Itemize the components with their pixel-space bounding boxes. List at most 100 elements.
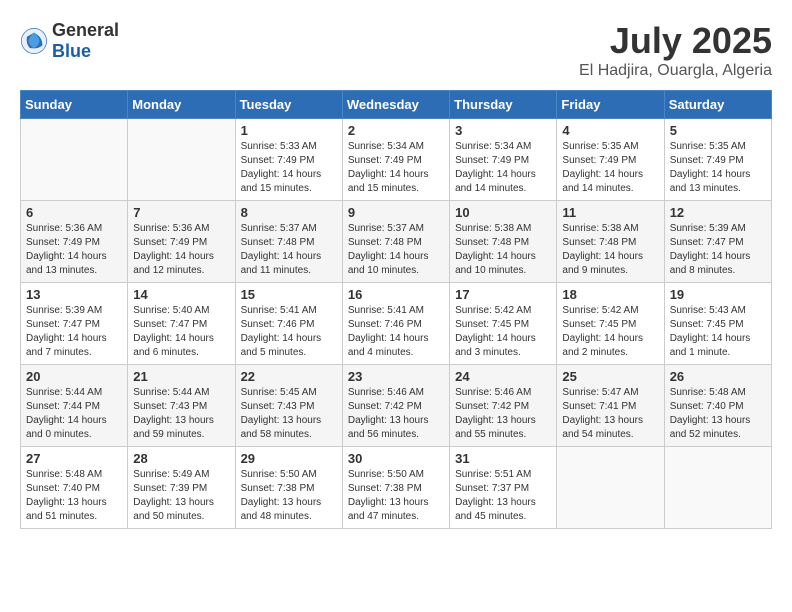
day-info: Sunrise: 5:46 AMSunset: 7:42 PMDaylight:… bbox=[348, 386, 444, 442]
calendar-cell: 26 Sunrise: 5:48 AMSunset: 7:40 PMDayligh… bbox=[664, 365, 771, 447]
day-info: Sunrise: 5:39 AMSunset: 7:47 PMDaylight:… bbox=[670, 222, 766, 278]
logo-icon bbox=[20, 27, 48, 55]
calendar-cell: 29Sunrise: 5:50 AMSunset: 7:38 PMDayligh… bbox=[235, 447, 342, 529]
day-number: 27 bbox=[26, 451, 122, 466]
calendar-cell: 12 Sunrise: 5:39 AMSunset: 7:47 PMDayligh… bbox=[664, 201, 771, 283]
day-info: Sunrise: 5:39 AMSunset: 7:47 PMDaylight:… bbox=[26, 304, 122, 360]
day-number: 30 bbox=[348, 451, 444, 466]
day-info: Sunrise: 5:35 AMSunset: 7:49 PMDaylight:… bbox=[670, 140, 766, 196]
day-info: Sunrise: 5:42 AMSunset: 7:45 PMDaylight:… bbox=[562, 304, 658, 360]
day-info: Sunrise: 5:48 AMSunset: 7:40 PMDaylight:… bbox=[670, 386, 766, 442]
day-info: Sunrise: 5:37 AMSunset: 7:48 PMDaylight:… bbox=[241, 222, 337, 278]
calendar-week-row: 27 Sunrise: 5:48 AMSunset: 7:40 PMDayligh… bbox=[21, 447, 772, 529]
calendar-week-row: 1Sunrise: 5:33 AMSunset: 7:49 PMDaylight… bbox=[21, 119, 772, 201]
calendar-cell: 21 Sunrise: 5:44 AMSunset: 7:43 PMDayligh… bbox=[128, 365, 235, 447]
day-number: 19 bbox=[670, 287, 766, 302]
day-number: 6 bbox=[26, 205, 122, 220]
day-info: Sunrise: 5:42 AMSunset: 7:45 PMDaylight:… bbox=[455, 304, 551, 360]
calendar-cell: 13Sunrise: 5:39 AMSunset: 7:47 PMDayligh… bbox=[21, 283, 128, 365]
day-info: Sunrise: 5:36 AMSunset: 7:49 PMDaylight:… bbox=[133, 222, 229, 278]
calendar-cell: 28Sunrise: 5:49 AMSunset: 7:39 PMDayligh… bbox=[128, 447, 235, 529]
calendar-cell bbox=[557, 447, 664, 529]
day-number: 11 bbox=[562, 205, 658, 220]
day-info: Sunrise: 5:44 AMSunset: 7:44 PMDaylight:… bbox=[26, 386, 122, 442]
calendar-cell: 5 Sunrise: 5:35 AMSunset: 7:49 PMDaylight… bbox=[664, 119, 771, 201]
day-number: 22 bbox=[241, 369, 337, 384]
weekday-header: Saturday bbox=[664, 91, 771, 119]
logo-text: General Blue bbox=[52, 20, 119, 62]
day-number: 2 bbox=[348, 123, 444, 138]
day-info: Sunrise: 5:35 AMSunset: 7:49 PMDaylight:… bbox=[562, 140, 658, 196]
day-number: 10 bbox=[455, 205, 551, 220]
calendar-cell: 9 Sunrise: 5:37 AMSunset: 7:48 PMDaylight… bbox=[342, 201, 449, 283]
month-year-title: July 2025 bbox=[579, 20, 772, 62]
day-number: 26 bbox=[670, 369, 766, 384]
weekday-header: Friday bbox=[557, 91, 664, 119]
day-number: 20 bbox=[26, 369, 122, 384]
day-number: 17 bbox=[455, 287, 551, 302]
calendar-cell: 25Sunrise: 5:47 AMSunset: 7:41 PMDayligh… bbox=[557, 365, 664, 447]
calendar-cell: 23 Sunrise: 5:46 AMSunset: 7:42 PMDayligh… bbox=[342, 365, 449, 447]
day-number: 31 bbox=[455, 451, 551, 466]
day-number: 23 bbox=[348, 369, 444, 384]
weekday-header: Tuesday bbox=[235, 91, 342, 119]
calendar-week-row: 13Sunrise: 5:39 AMSunset: 7:47 PMDayligh… bbox=[21, 283, 772, 365]
title-block: July 2025 El Hadjira, Ouargla, Algeria bbox=[579, 20, 772, 80]
day-number: 4 bbox=[562, 123, 658, 138]
calendar-cell: 27 Sunrise: 5:48 AMSunset: 7:40 PMDayligh… bbox=[21, 447, 128, 529]
weekday-header: Wednesday bbox=[342, 91, 449, 119]
day-info: Sunrise: 5:38 AMSunset: 7:48 PMDaylight:… bbox=[562, 222, 658, 278]
weekday-header-row: SundayMondayTuesdayWednesdayThursdayFrid… bbox=[21, 91, 772, 119]
weekday-header: Thursday bbox=[450, 91, 557, 119]
logo-blue: Blue bbox=[52, 41, 91, 61]
day-number: 24 bbox=[455, 369, 551, 384]
calendar-cell: 19 Sunrise: 5:43 AMSunset: 7:45 PMDayligh… bbox=[664, 283, 771, 365]
calendar-cell: 8 Sunrise: 5:37 AMSunset: 7:48 PMDaylight… bbox=[235, 201, 342, 283]
weekday-header: Monday bbox=[128, 91, 235, 119]
day-info: Sunrise: 5:44 AMSunset: 7:43 PMDaylight:… bbox=[133, 386, 229, 442]
day-number: 8 bbox=[241, 205, 337, 220]
calendar-cell: 10 Sunrise: 5:38 AMSunset: 7:48 PMDayligh… bbox=[450, 201, 557, 283]
day-number: 5 bbox=[670, 123, 766, 138]
calendar-cell: 18 Sunrise: 5:42 AMSunset: 7:45 PMDayligh… bbox=[557, 283, 664, 365]
calendar-cell: 17 Sunrise: 5:42 AMSunset: 7:45 PMDayligh… bbox=[450, 283, 557, 365]
day-info: Sunrise: 5:34 AMSunset: 7:49 PMDaylight:… bbox=[348, 140, 444, 196]
calendar-table: SundayMondayTuesdayWednesdayThursdayFrid… bbox=[20, 90, 772, 529]
day-number: 21 bbox=[133, 369, 229, 384]
calendar-cell: 2 Sunrise: 5:34 AMSunset: 7:49 PMDaylight… bbox=[342, 119, 449, 201]
calendar-cell bbox=[21, 119, 128, 201]
day-number: 18 bbox=[562, 287, 658, 302]
day-info: Sunrise: 5:41 AMSunset: 7:46 PMDaylight:… bbox=[241, 304, 337, 360]
location-subtitle: El Hadjira, Ouargla, Algeria bbox=[579, 62, 772, 80]
day-info: Sunrise: 5:37 AMSunset: 7:48 PMDaylight:… bbox=[348, 222, 444, 278]
day-info: Sunrise: 5:46 AMSunset: 7:42 PMDaylight:… bbox=[455, 386, 551, 442]
calendar-cell: 3 Sunrise: 5:34 AMSunset: 7:49 PMDaylight… bbox=[450, 119, 557, 201]
day-info: Sunrise: 5:48 AMSunset: 7:40 PMDaylight:… bbox=[26, 468, 122, 524]
calendar-cell: 14Sunrise: 5:40 AMSunset: 7:47 PMDayligh… bbox=[128, 283, 235, 365]
page-header: General Blue July 2025 El Hadjira, Ouarg… bbox=[20, 20, 772, 80]
day-info: Sunrise: 5:45 AMSunset: 7:43 PMDaylight:… bbox=[241, 386, 337, 442]
logo: General Blue bbox=[20, 20, 119, 62]
calendar-cell bbox=[664, 447, 771, 529]
calendar-cell: 1Sunrise: 5:33 AMSunset: 7:49 PMDaylight… bbox=[235, 119, 342, 201]
day-number: 16 bbox=[348, 287, 444, 302]
day-info: Sunrise: 5:36 AMSunset: 7:49 PMDaylight:… bbox=[26, 222, 122, 278]
calendar-cell: 22 Sunrise: 5:45 AMSunset: 7:43 PMDayligh… bbox=[235, 365, 342, 447]
day-number: 14 bbox=[133, 287, 229, 302]
logo-general: General bbox=[52, 20, 119, 40]
day-info: Sunrise: 5:34 AMSunset: 7:49 PMDaylight:… bbox=[455, 140, 551, 196]
day-info: Sunrise: 5:38 AMSunset: 7:48 PMDaylight:… bbox=[455, 222, 551, 278]
day-number: 3 bbox=[455, 123, 551, 138]
day-number: 12 bbox=[670, 205, 766, 220]
day-info: Sunrise: 5:41 AMSunset: 7:46 PMDaylight:… bbox=[348, 304, 444, 360]
day-number: 29 bbox=[241, 451, 337, 466]
calendar-cell: 24 Sunrise: 5:46 AMSunset: 7:42 PMDayligh… bbox=[450, 365, 557, 447]
day-info: Sunrise: 5:49 AMSunset: 7:39 PMDaylight:… bbox=[133, 468, 229, 524]
calendar-cell: 20 Sunrise: 5:44 AMSunset: 7:44 PMDayligh… bbox=[21, 365, 128, 447]
day-number: 9 bbox=[348, 205, 444, 220]
day-info: Sunrise: 5:47 AMSunset: 7:41 PMDaylight:… bbox=[562, 386, 658, 442]
calendar-cell: 15Sunrise: 5:41 AMSunset: 7:46 PMDayligh… bbox=[235, 283, 342, 365]
day-info: Sunrise: 5:43 AMSunset: 7:45 PMDaylight:… bbox=[670, 304, 766, 360]
calendar-cell: 11 Sunrise: 5:38 AMSunset: 7:48 PMDayligh… bbox=[557, 201, 664, 283]
weekday-header: Sunday bbox=[21, 91, 128, 119]
